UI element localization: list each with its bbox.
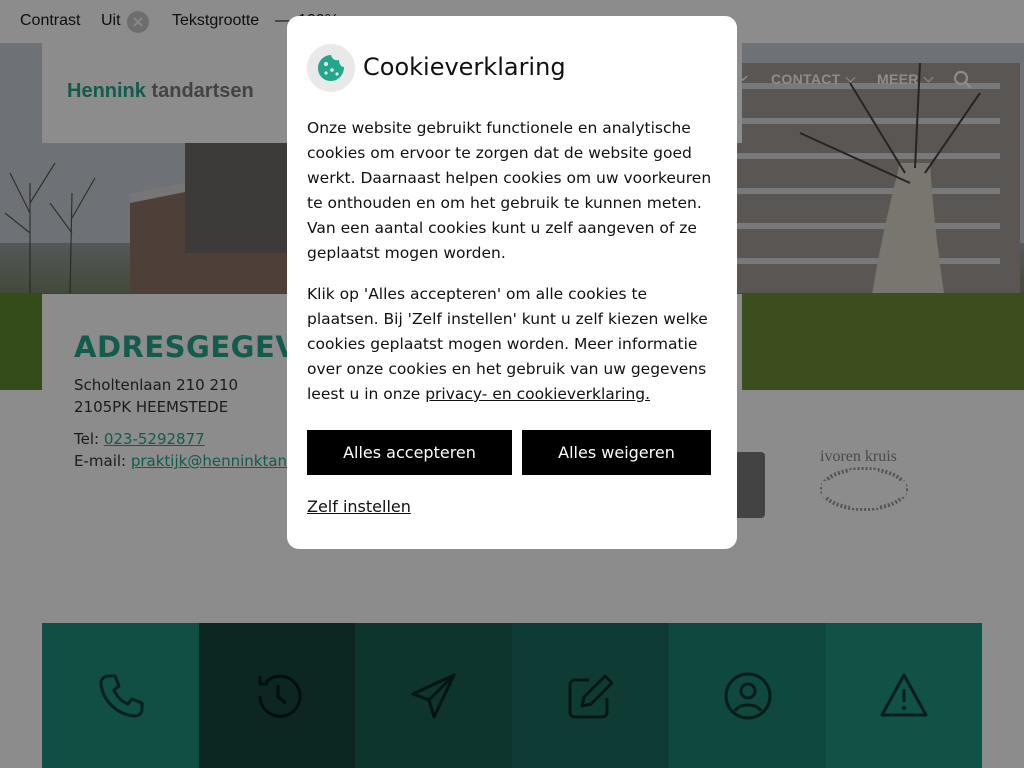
privacy-link[interactable]: privacy- en cookieverklaring.: [425, 385, 650, 403]
cookie-instructions: Klik op 'Alles accepteren' om alle cooki…: [307, 282, 722, 407]
cookie-dialog-title: Cookieverklaring: [363, 53, 566, 81]
customize-cookies-link[interactable]: Zelf instellen: [307, 497, 411, 516]
cookie-dialog: Cookieverklaring Onze website gebruikt f…: [287, 16, 737, 549]
cookie-icon-badge: [307, 44, 355, 92]
reject-all-button[interactable]: Alles weigeren: [522, 430, 711, 475]
accept-all-button[interactable]: Alles accepteren: [307, 430, 512, 475]
cookie-icon: [318, 55, 344, 81]
cookie-description: Onze website gebruikt functionele en ana…: [307, 119, 712, 262]
